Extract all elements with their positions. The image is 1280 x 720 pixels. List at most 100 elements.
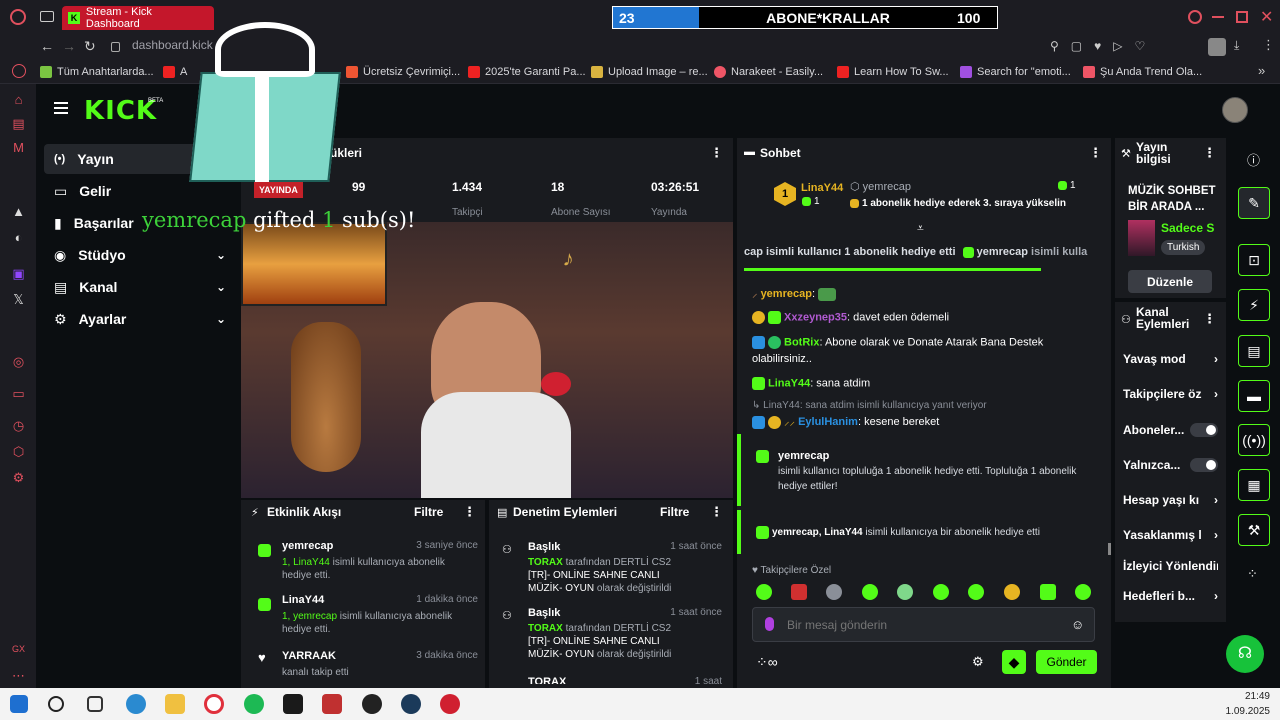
moderation-filter-button[interactable]: Filtre bbox=[660, 505, 689, 519]
bookmark-9[interactable]: Şu Anda Trend Ola... bbox=[1083, 64, 1202, 80]
sidebar-aria-icon[interactable]: ▲ bbox=[11, 204, 26, 219]
chat-scrollbar[interactable] bbox=[1108, 543, 1111, 555]
action-goals[interactable]: Hedefleri b... › bbox=[1123, 586, 1218, 606]
emote[interactable] bbox=[791, 584, 807, 600]
sidebar-gx-icon[interactable]: GX bbox=[11, 642, 26, 657]
sidebar-pinboard-icon[interactable]: ▭ bbox=[11, 386, 26, 401]
layout-tool-button[interactable]: ▦ bbox=[1238, 469, 1270, 501]
action-subs-only[interactable]: Aboneler... bbox=[1123, 420, 1218, 440]
bookmark-3[interactable]: Ücretsiz Çevrimiçi... bbox=[346, 64, 460, 80]
download-icon[interactable]: ⤓ bbox=[1234, 38, 1239, 53]
broadcast-tool-button[interactable]: ((•)) bbox=[1238, 424, 1270, 456]
search-icon[interactable] bbox=[48, 696, 64, 712]
opera-gx-icon[interactable] bbox=[204, 694, 224, 714]
search-icon[interactable] bbox=[1188, 10, 1202, 24]
chat-input-wrap[interactable]: ☺ bbox=[752, 607, 1095, 642]
app-icon[interactable] bbox=[283, 694, 303, 714]
event-filter-button[interactable]: Filtre bbox=[414, 505, 443, 519]
emote[interactable] bbox=[968, 584, 984, 600]
nav-item-kanal[interactable]: ▤ Kanal ⌄ bbox=[44, 272, 234, 302]
kick-logo[interactable]: KICK bbox=[84, 96, 157, 126]
category-name[interactable]: Sadece S bbox=[1161, 221, 1214, 235]
sidebar-extensions-icon[interactable]: ⬡ bbox=[11, 444, 26, 459]
sidebar-bag-icon[interactable]: ⌂ bbox=[11, 92, 26, 107]
subs-only-toggle[interactable] bbox=[1190, 423, 1218, 437]
sidebar-news-icon[interactable]: ▤ bbox=[11, 116, 26, 131]
emoji-icon[interactable]: ☺ bbox=[1071, 617, 1084, 632]
spotify-icon[interactable] bbox=[244, 694, 264, 714]
action-followers-only[interactable]: Takipçilere öz › bbox=[1123, 384, 1218, 404]
pinned-user[interactable]: LinaY44 bbox=[801, 182, 843, 194]
close-icon[interactable]: ✕ bbox=[1260, 7, 1273, 27]
more-bookmarks-icon[interactable]: » bbox=[1258, 63, 1265, 78]
bookmark-8[interactable]: Search for "emoti... bbox=[960, 64, 1071, 80]
sidebar-settings-icon[interactable]: ⚙ bbox=[11, 470, 26, 485]
send-button[interactable]: Gönder bbox=[1036, 650, 1097, 674]
sidebar-history-icon[interactable]: ◷ bbox=[11, 418, 26, 433]
windows-start-icon[interactable] bbox=[10, 695, 28, 713]
collapse-icon[interactable]: ⩡ bbox=[917, 221, 924, 236]
menu-icon[interactable]: ⋮ bbox=[1262, 37, 1275, 53]
action-host[interactable]: İzleyici Yönlendir bbox=[1123, 556, 1218, 576]
sidebar-chat-icon[interactable]: ◐ bbox=[11, 230, 26, 245]
points-icon[interactable]: ⁘∞ bbox=[756, 654, 778, 671]
action-account-age[interactable]: Hesap yaşı kı › bbox=[1123, 490, 1218, 510]
kick-emote-button[interactable]: ◆ bbox=[1002, 650, 1026, 674]
sidebar-more-icon[interactable]: ⋯ bbox=[11, 668, 26, 683]
task-view-icon[interactable] bbox=[87, 696, 103, 712]
emote[interactable] bbox=[756, 584, 772, 600]
speed-dial-icon[interactable] bbox=[12, 64, 26, 78]
edit-tool-button[interactable]: ✎ bbox=[1238, 187, 1270, 219]
microphone-icon[interactable] bbox=[765, 617, 774, 631]
notes-button[interactable]: ▤ bbox=[1238, 335, 1270, 367]
app-icon[interactable] bbox=[440, 694, 460, 714]
chat-tool-button[interactable]: ▬ bbox=[1238, 380, 1270, 412]
nav-item-studyo[interactable]: ◉ Stüdyo ⌄ bbox=[44, 240, 234, 270]
channel-actions-menu-icon[interactable]: ⋮ bbox=[1203, 311, 1216, 327]
chat-input[interactable] bbox=[787, 614, 1057, 636]
sidebar-mail-icon[interactable]: M bbox=[11, 140, 26, 155]
quick-action-button[interactable]: ⚡ bbox=[1238, 289, 1270, 321]
bookmark-4[interactable]: 2025'te Garanti Pa... bbox=[468, 64, 586, 80]
sidebar-x-icon[interactable]: 𝕏 bbox=[11, 292, 26, 307]
support-button[interactable]: ☊ bbox=[1226, 635, 1264, 673]
nav-item-ayarlar[interactable]: ⚙ Ayarlar ⌄ bbox=[44, 304, 234, 334]
event-menu-icon[interactable]: ⋮ bbox=[463, 504, 476, 520]
sidebar-player-icon[interactable]: ◎ bbox=[11, 354, 26, 369]
opera-logo-icon[interactable] bbox=[10, 9, 26, 25]
bookmark-6[interactable]: Narakeet - Easily... bbox=[714, 64, 823, 80]
sidebar-twitch-icon[interactable]: ▣ bbox=[11, 266, 26, 281]
emote[interactable] bbox=[933, 584, 949, 600]
bookmark-5[interactable]: Upload Image – re... bbox=[591, 64, 708, 80]
emotes-only-toggle[interactable] bbox=[1190, 458, 1218, 472]
explorer-icon[interactable] bbox=[165, 694, 185, 714]
info-icon[interactable]: ⓘ bbox=[1247, 150, 1260, 169]
forward-icon[interactable]: → bbox=[62, 38, 76, 54]
emote[interactable] bbox=[826, 584, 842, 600]
action-banned-words[interactable]: Yasaklanmış l › bbox=[1123, 525, 1218, 545]
bookmark-2[interactable]: A bbox=[163, 64, 187, 80]
stream-preview[interactable]: ♪ bbox=[241, 222, 733, 498]
emote[interactable] bbox=[862, 584, 878, 600]
emote[interactable] bbox=[1004, 584, 1020, 600]
edit-button[interactable]: Düzenle bbox=[1128, 270, 1212, 293]
tab-island-icon[interactable] bbox=[40, 11, 54, 22]
chat-menu-icon[interactable]: ⋮ bbox=[1089, 145, 1102, 161]
emote[interactable] bbox=[1075, 584, 1091, 600]
bookmark-1[interactable]: Tüm Anahtarlarda... bbox=[40, 64, 154, 80]
maximize-icon[interactable] bbox=[1236, 11, 1248, 23]
moderation-menu-icon[interactable]: ⋮ bbox=[710, 504, 723, 520]
screen-tool-button[interactable]: ⊡ bbox=[1238, 244, 1270, 276]
action-emotes-only[interactable]: Yalnızca... bbox=[1123, 455, 1218, 475]
emote[interactable] bbox=[897, 584, 913, 600]
minimize-icon[interactable] bbox=[1212, 16, 1224, 18]
user-avatar[interactable] bbox=[1222, 97, 1248, 123]
app-icon[interactable] bbox=[322, 694, 342, 714]
chat-settings-icon[interactable]: ⚙ bbox=[972, 654, 984, 670]
reload-icon[interactable]: ↻ bbox=[84, 38, 96, 55]
stream-panel-menu-icon[interactable]: ⋮ bbox=[710, 145, 723, 161]
profile-avatar[interactable] bbox=[1208, 38, 1226, 56]
edge-icon[interactable] bbox=[126, 694, 146, 714]
more-tools-icon[interactable]: ⁘ bbox=[1247, 566, 1258, 582]
emote[interactable] bbox=[1040, 584, 1056, 600]
